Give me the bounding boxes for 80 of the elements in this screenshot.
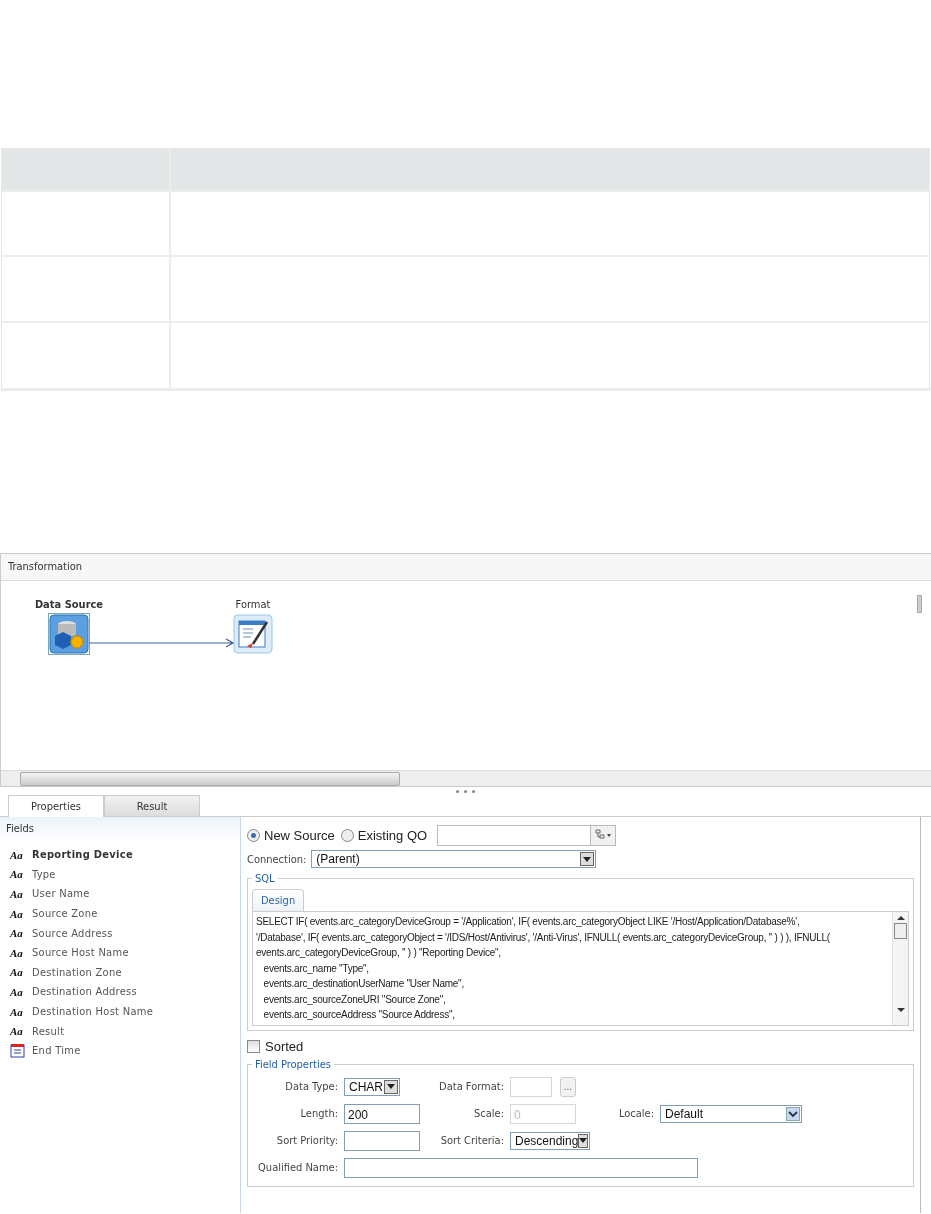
text-type-icon: Aa [10,888,26,900]
query-object-field[interactable] [437,824,592,846]
node-label: Format [235,598,271,611]
field-item[interactable]: Reporting Device [32,848,133,862]
checkbox-label[interactable]: Sorted [265,1038,304,1054]
code-line: events.arc_sourceZoneURI "Source Zone", [262,992,447,1007]
field-item[interactable]: User Name [32,887,90,901]
field-label: Length: [299,1107,338,1120]
group-title: SQL [254,872,276,885]
splitter-handle[interactable] [456,789,475,793]
field-label: Sort Criteria: [439,1134,504,1147]
radio-label[interactable]: New Source [264,827,335,843]
database-gear-icon[interactable] [49,614,89,654]
data-type-dropdown[interactable]: CHAR [344,1077,400,1096]
browse-button[interactable]: ... [559,1076,576,1097]
tab[interactable]: Result [104,795,200,816]
tree-icon [594,829,613,841]
connection-dropdown[interactable]: (Parent) [311,850,597,868]
up-arrow-icon[interactable] [896,915,905,921]
down-arrow-icon[interactable] [896,1006,905,1013]
text-type-icon: Aa [10,1025,26,1038]
field-label: Locale: [617,1107,654,1120]
chevron-down-icon [788,1109,798,1118]
tree-dropdown-button[interactable] [591,824,617,846]
data-format-field[interactable] [510,1076,552,1097]
code-line: events.arc_categoryDeviceGroup, '' ) ) "Reporting Device", [256,946,502,960]
sort-priority-field[interactable] [344,1130,420,1151]
field-label: Sort Priority: [275,1134,338,1147]
code-line: '/Database', IF( events.arc_categoryObject = '/IDS/Host/Antivirus', '/Anti-Virus', IFNULL( events.arc_categoryDeviceGroup, '' ) ) ), IFNULL( [256,930,831,945]
caret-icon [579,1138,588,1143]
code-line: SELECT IF( events.arc_categoryDeviceGroup = '/Application', IF( events.arc_categoryObject LIKE '/Host/Application/Database%', [256,915,801,929]
locale-dropdown[interactable]: Default [660,1104,802,1123]
calendar-icon [10,1043,26,1059]
radio-button[interactable] [340,828,354,842]
text-type-icon: Aa [10,927,26,940]
length-field[interactable]: 200 [344,1103,420,1124]
field-item[interactable]: Destination Address [32,985,137,999]
scrollbar-thumb[interactable] [894,923,907,939]
text-type-icon: Aa [10,848,26,861]
field-label: Scale: [473,1107,504,1120]
field-item[interactable]: Source Address [32,926,113,940]
fields-header: Fields [0,817,240,840]
field-item[interactable]: Result [32,1024,65,1038]
field-item[interactable]: Destination Host Name [32,1005,154,1019]
code-line: events.arc_name "Type", [262,961,370,976]
text-type-icon: Aa [10,907,26,920]
scrollbar[interactable] [917,595,922,613]
connection-label: Connection: [247,852,307,866]
text-type-icon: Aa [10,985,26,998]
group-title: Field Properties [254,1057,332,1071]
field-item[interactable]: Source Zone [32,907,98,921]
caret-icon [387,1084,395,1089]
field-item[interactable]: Type [32,867,56,881]
tab[interactable]: Properties [8,795,104,817]
field-item[interactable]: End Time [32,1044,81,1058]
text-type-icon: Aa [10,966,26,979]
vertical-scrollbar[interactable] [892,912,908,1025]
document-brush-icon[interactable] [233,614,273,654]
field-label: Qualified Name: [257,1161,338,1174]
text-type-icon: Aa [10,868,26,881]
field-label: Data Type: [284,1080,338,1093]
node-label: Data Source [34,598,104,611]
caret-icon [583,856,592,862]
qualified-name-field[interactable] [344,1157,698,1178]
code-line: events.arc_sourceAddress "Source Address", [262,1008,456,1022]
field-item[interactable]: Source Host Name [32,946,129,960]
horizontal-scrollbar[interactable] [1,770,931,786]
scrollbar-thumb[interactable] [20,772,400,786]
sql-editor[interactable] [252,911,909,1026]
design-tab[interactable]: Design [252,889,305,911]
panel-title: Transformation [1,554,931,581]
text-type-icon: Aa [10,946,26,959]
code-line: events.arc_destinationUserName "User Name", [262,977,465,991]
radio-button[interactable] [247,828,260,842]
sort-criteria-dropdown[interactable]: Descending [510,1131,590,1150]
text-type-icon: Aa [10,1005,26,1018]
field-item[interactable]: Destination Zone [32,965,122,979]
field-label: Data Format: [438,1080,504,1093]
radio-label[interactable]: Existing QO [357,827,428,843]
checkbox[interactable] [247,1039,260,1053]
